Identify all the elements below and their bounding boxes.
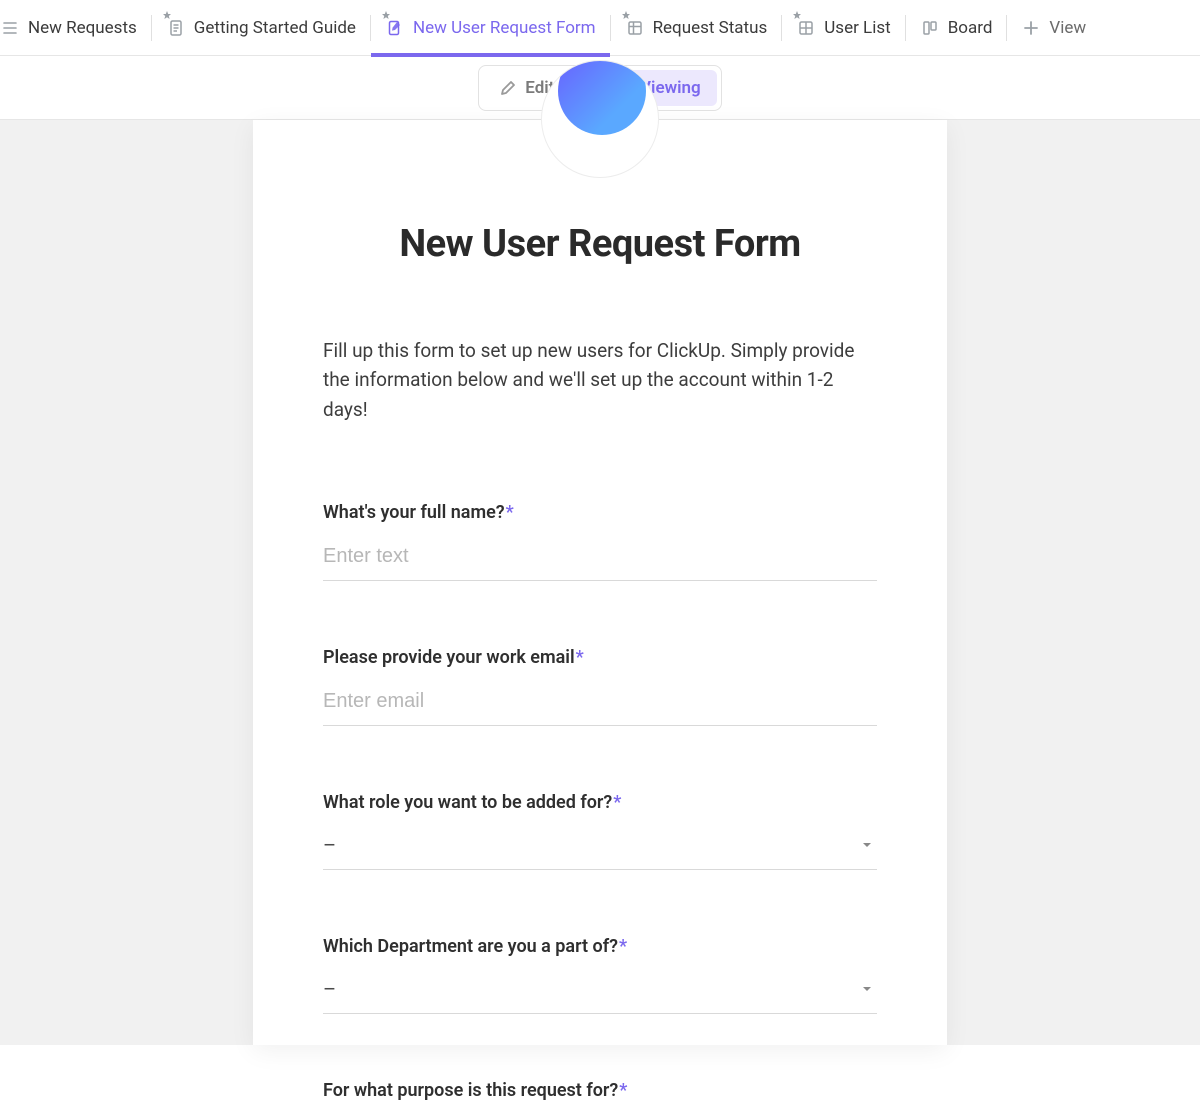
form-description: Fill up this form to set up new users fo… — [323, 336, 877, 424]
pin-icon — [621, 6, 631, 26]
tab-label: Request Status — [653, 18, 768, 38]
field-label: Please provide your work email* — [323, 647, 877, 668]
required-asterisk: * — [576, 647, 584, 668]
label-text: What role you want to be added for? — [323, 792, 612, 813]
field-purpose: For what purpose is this request for?* — [323, 1080, 877, 1101]
label-text: Please provide your work email — [323, 647, 575, 668]
label-text: Which Department are you a part of? — [323, 936, 618, 957]
tab-new-user-request-form[interactable]: New User Request Form — [371, 0, 610, 56]
role-select[interactable]: – — [323, 823, 877, 870]
department-select[interactable]: – — [323, 967, 877, 1014]
caret-down-icon — [861, 980, 873, 999]
field-label: Which Department are you a part of?* — [323, 936, 877, 957]
tab-label: User List — [824, 18, 890, 38]
required-asterisk: * — [506, 502, 514, 523]
field-label: What role you want to be added for?* — [323, 792, 877, 813]
tab-getting-started-guide[interactable]: Getting Started Guide — [152, 0, 370, 56]
required-asterisk: * — [613, 792, 621, 813]
pin-icon — [792, 6, 802, 26]
full-name-input[interactable] — [323, 533, 877, 581]
add-view-label: View — [1049, 18, 1086, 38]
form-title: New User Request Form — [323, 222, 877, 266]
required-asterisk: * — [619, 936, 627, 957]
pencil-icon — [499, 79, 517, 97]
required-asterisk: * — [619, 1080, 627, 1101]
form-canvas: New User Request Form Fill up this form … — [0, 120, 1200, 1045]
field-full-name: What's your full name?* — [323, 502, 877, 581]
field-label: For what purpose is this request for?* — [323, 1080, 877, 1101]
field-department: Which Department are you a part of?* – — [323, 936, 877, 1014]
board-icon — [920, 18, 940, 38]
pin-icon — [381, 6, 391, 26]
label-text: What's your full name? — [323, 502, 505, 523]
tab-label: Board — [948, 18, 993, 38]
pin-icon — [162, 6, 172, 26]
form-avatar-wrap — [323, 120, 877, 178]
field-work-email: Please provide your work email* — [323, 647, 877, 726]
tab-board[interactable]: Board — [906, 0, 1007, 56]
field-label: What's your full name?* — [323, 502, 877, 523]
view-tabstrip: New Requests Getting Started Guide New U… — [0, 0, 1200, 56]
label-text: For what purpose is this request for? — [323, 1080, 618, 1101]
add-view-button[interactable]: View — [1007, 0, 1100, 56]
form-avatar — [558, 60, 646, 135]
work-email-input[interactable] — [323, 678, 877, 726]
tab-label: New Requests — [28, 18, 137, 38]
tab-new-requests[interactable]: New Requests — [0, 0, 151, 56]
role-select-value: – — [323, 833, 336, 857]
form-card: New User Request Form Fill up this form … — [253, 120, 947, 1045]
list-icon — [0, 18, 20, 38]
field-role: What role you want to be added for?* – — [323, 792, 877, 870]
department-select-value: – — [323, 977, 336, 1001]
tab-request-status[interactable]: Request Status — [611, 0, 782, 56]
caret-down-icon — [861, 836, 873, 855]
tab-label: New User Request Form — [413, 18, 596, 38]
plus-icon — [1021, 18, 1041, 38]
tab-user-list[interactable]: User List — [782, 0, 904, 56]
tab-label: Getting Started Guide — [194, 18, 356, 38]
form-avatar-ring — [541, 60, 659, 178]
